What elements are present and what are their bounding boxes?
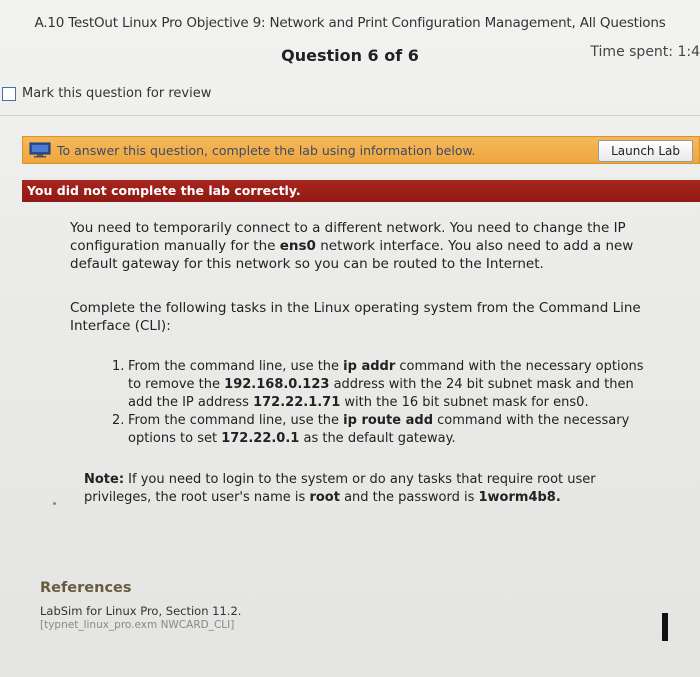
scenario-paragraph: You need to temporarily connect to a dif… — [70, 220, 634, 272]
monitor-icon — [29, 142, 51, 158]
reference-link[interactable]: LabSim for Linux Pro, Section 11.2. — [40, 604, 241, 618]
review-label: Mark this question for review — [22, 86, 212, 101]
time-spent: Time spent: 1:4 — [590, 44, 700, 60]
status-message: You did not complete the lab correctly. — [22, 180, 700, 202]
lab-instruction: To answer this question, complete the la… — [57, 142, 476, 158]
mark-for-review[interactable]: Mark this question for review — [2, 86, 211, 101]
task-intro: Complete the following tasks in the Linu… — [70, 300, 641, 334]
lab-banner: To answer this question, complete the la… — [22, 136, 700, 164]
task-item: 1. From the command line, use the ip addr… — [112, 359, 644, 410]
review-checkbox[interactable] — [2, 86, 16, 101]
divider — [0, 115, 700, 116]
decorative-dot — [53, 502, 56, 505]
task-item: 2. From the command line, use the ip rout… — [112, 413, 630, 446]
launch-lab-button[interactable]: Launch Lab — [598, 140, 693, 162]
course-title: A.10 TestOut Linux Pro Objective 9: Netw… — [34, 15, 666, 31]
text-cursor — [662, 613, 668, 641]
references-heading: References — [40, 580, 132, 596]
task-list: 1. From the command line, use the ip addr… — [112, 358, 657, 448]
note-paragraph: Note: If you need to login to the system… — [84, 472, 596, 505]
reference-code: [typnet_linux_pro.exm NWCARD_CLI] — [40, 619, 235, 631]
